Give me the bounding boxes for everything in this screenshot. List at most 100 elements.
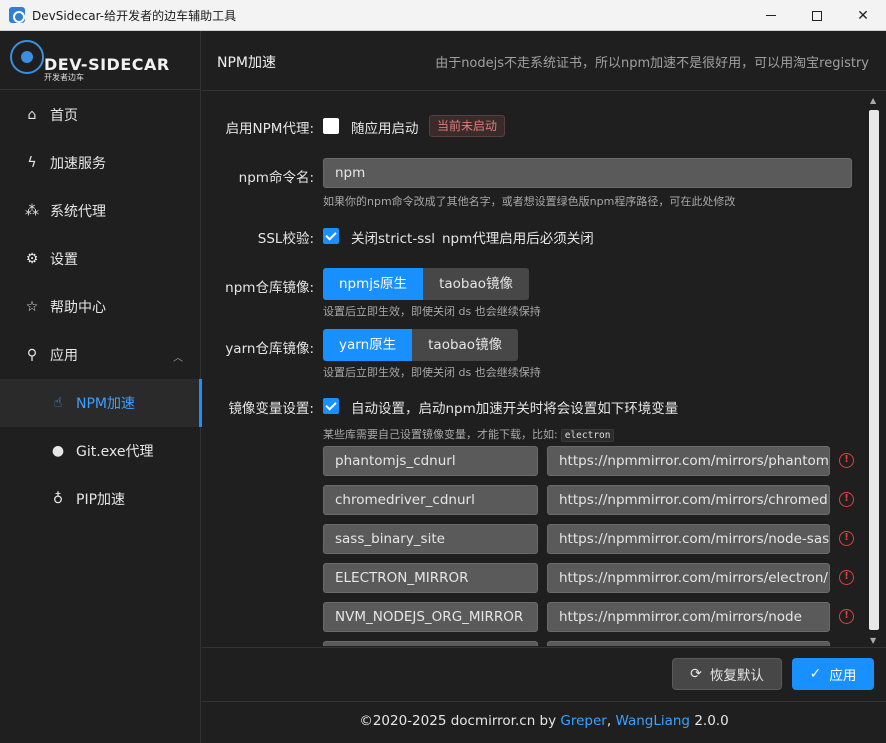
footer-version: 2.0.0	[694, 713, 729, 729]
sidebar-item-apps[interactable]: ⚲ 应用 ︿	[0, 331, 201, 379]
env-var-value-input[interactable]: https://npmmirror.com/mirrors/electron/	[547, 563, 830, 593]
mirror-env-label: 镜像变量设置:	[228, 401, 314, 417]
cluster-icon: ⁂	[25, 203, 39, 219]
sidebar-item-label: 帮助中心	[50, 300, 106, 316]
ssl-checkbox-label: 关闭strict-ssl	[351, 231, 436, 247]
settings-form: 启用NPM代理: 随应用启动 当前未启动 npm命令名: npm 如果你的npm…	[202, 91, 867, 646]
scroll-up-icon[interactable]: ▲	[870, 96, 876, 105]
status-badge: 当前未启动	[429, 115, 506, 137]
page-title: NPM加速	[217, 55, 276, 71]
window-title: DevSidecar-给开发者的边车辅助工具	[32, 9, 237, 23]
footer-separator: ,	[606, 713, 612, 729]
ssl-note: npm代理启用后必须关闭	[442, 231, 594, 247]
npm-command-input[interactable]: npm	[323, 158, 852, 188]
star-icon: ☆	[25, 299, 39, 315]
maximize-icon	[812, 10, 822, 21]
remove-var-icon[interactable]: !	[839, 570, 854, 585]
mirror-env-checkbox[interactable]	[323, 398, 339, 414]
remove-var-icon[interactable]: !	[839, 492, 854, 507]
page-header: NPM加速 由于nodejs不走系统证书，所以npm加速不是很好用，可以用淘宝r…	[202, 31, 886, 91]
sidebar-item-npm-acceleration[interactable]: ☝ NPM加速	[0, 379, 202, 427]
env-var-value-input[interactable]: https://npmmirror.com/mirrors/chromedriv…	[547, 485, 830, 515]
sidebar-item-label: NPM加速	[76, 396, 135, 412]
yarn-registry-help: 设置后立即生效，即使关闭 ds 也会继续保持	[323, 366, 541, 379]
remove-var-icon[interactable]: !	[839, 453, 854, 468]
enable-checkbox-label: 随应用启动	[351, 121, 419, 137]
content-scrollbar[interactable]: ▲ ▼	[867, 92, 881, 647]
env-var-key-input[interactable]: ELECTRON_MIRROR	[323, 563, 538, 593]
npm-registry-selector: npmjs原生 taobao镜像	[323, 268, 529, 300]
env-var-key-input[interactable]: chromedriver_cdnurl	[323, 485, 538, 515]
yarn-registry-option-yarn[interactable]: yarn原生	[323, 329, 413, 361]
minimize-button[interactable]	[748, 0, 794, 31]
apply-button[interactable]: ✓ 应用	[792, 658, 874, 690]
apply-button-label: 应用	[829, 668, 857, 684]
gear-icon: ⚙	[25, 251, 39, 267]
sidebar-item-settings[interactable]: ⚙ 设置	[0, 235, 201, 283]
env-var-value-input[interactable]: https://npmmirror.com/mirrors/node-sass	[547, 524, 830, 554]
close-button[interactable]: ✕	[840, 0, 886, 31]
env-var-key-input[interactable]: sass_binary_site	[323, 524, 538, 554]
scrollbar-thumb[interactable]	[869, 110, 879, 630]
app-icon	[9, 7, 25, 23]
env-var-value-input[interactable]	[547, 641, 830, 646]
npm-registry-help: 设置后立即生效，即使关闭 ds 也会继续保持	[323, 305, 541, 318]
yarn-registry-selector: yarn原生 taobao镜像	[323, 329, 519, 361]
minimize-icon	[766, 15, 776, 16]
npm-registry-option-taobao[interactable]: taobao镜像	[423, 268, 529, 300]
logo-tagline: 开发者边车	[44, 73, 84, 82]
mirror-env-checkbox-label: 自动设置，启动npm加速开关时将会设置如下环境变量	[351, 401, 679, 417]
remove-var-icon[interactable]: !	[839, 531, 854, 546]
sidebar-item-label: Git.exe代理	[76, 444, 154, 460]
sidebar-item-acceleration[interactable]: ϟ 加速服务	[0, 139, 201, 187]
mirror-env-help-text: 某些库需要自己设置镜像变量，才能下载，比如:	[323, 428, 558, 441]
lightning-icon: ϟ	[27, 155, 37, 171]
remove-var-icon[interactable]: !	[839, 609, 854, 624]
check-icon: ✓	[809, 666, 822, 682]
env-var-value-input[interactable]: https://npmmirror.com/mirrors/node	[547, 602, 830, 632]
command-label: npm命令名:	[238, 170, 314, 186]
env-var-value-input[interactable]: https://npmmirror.com/mirrors/phantomjs	[547, 446, 830, 476]
maximize-button[interactable]	[794, 0, 840, 31]
github-icon: ●	[51, 443, 65, 459]
sidebar: DEV-SIDECAR 开发者边车 ⌂ 首页 ϟ 加速服务 ⁂ 系统代理 ⚙ 设置 ☆ 帮助中心 ⚲…	[0, 31, 202, 743]
ssl-checkbox[interactable]	[323, 228, 339, 244]
home-icon: ⌂	[27, 107, 37, 123]
author-link-greper[interactable]: Greper	[560, 713, 606, 729]
sidebar-nav: ⌂ 首页 ϟ 加速服务 ⁂ 系统代理 ⚙ 设置 ☆ 帮助中心 ⚲ 应用 ︿ ☝ NPM加速 ● Git.exe代…	[0, 91, 202, 523]
reset-button[interactable]: ⟳ 恢复默认	[672, 658, 782, 690]
mirror-env-help-code: electron	[560, 429, 615, 442]
sidebar-item-system-proxy[interactable]: ⁂ 系统代理	[0, 187, 201, 235]
sidebar-item-pip-acceleration[interactable]: ♁ PIP加速	[0, 475, 201, 523]
main-panel: NPM加速 由于nodejs不走系统证书，所以npm加速不是很好用，可以用淘宝r…	[202, 31, 886, 743]
refresh-icon: ⟳	[690, 666, 702, 682]
sidebar-item-label: 设置	[50, 252, 78, 268]
chevron-up-icon[interactable]: ︿	[173, 349, 183, 364]
link-icon: ⚲	[26, 347, 38, 363]
footer-copyright: ©2020-2025 docmirror.cn by	[359, 713, 561, 729]
yarn-registry-option-taobao[interactable]: taobao镜像	[412, 329, 519, 361]
enable-label: 启用NPM代理:	[225, 121, 314, 137]
footer: ©2020-2025 docmirror.cn by Greper, WangL…	[202, 701, 886, 743]
mirror-env-help: 某些库需要自己设置镜像变量，才能下载，比如: electron	[323, 426, 615, 442]
sidebar-item-git-proxy[interactable]: ● Git.exe代理	[0, 427, 201, 475]
enable-checkbox[interactable]	[323, 118, 339, 134]
env-var-key-input[interactable]: phantomjs_cdnurl	[323, 446, 538, 476]
sidebar-item-label: 首页	[50, 108, 78, 124]
sidebar-item-label: 系统代理	[50, 204, 106, 220]
command-help: 如果你的npm命令改成了其他名字，或者想设置绿色版npm程序路径，可在此处修改	[323, 195, 736, 208]
sidebar-item-help-center[interactable]: ☆ 帮助中心	[0, 283, 201, 331]
reset-button-label: 恢复默认	[709, 668, 764, 684]
scroll-down-icon[interactable]: ▼	[870, 636, 876, 645]
sidebar-item-home[interactable]: ⌂ 首页	[0, 91, 201, 139]
env-var-key-input[interactable]: NVM_NODEJS_ORG_MIRROR	[323, 602, 538, 632]
sidebar-item-label: PIP加速	[76, 492, 126, 508]
logo: DEV-SIDECAR 开发者边车	[0, 31, 201, 90]
sidebar-item-label: 应用	[50, 348, 78, 364]
close-icon: ✕	[857, 7, 869, 24]
ssl-label: SSL校验:	[257, 231, 314, 247]
env-var-key-input[interactable]	[323, 641, 538, 646]
thumbs-up-icon: ☝	[53, 395, 63, 411]
npm-registry-option-npmjs[interactable]: npmjs原生	[323, 268, 424, 300]
author-link-wangliang[interactable]: WangLiang	[615, 713, 690, 729]
